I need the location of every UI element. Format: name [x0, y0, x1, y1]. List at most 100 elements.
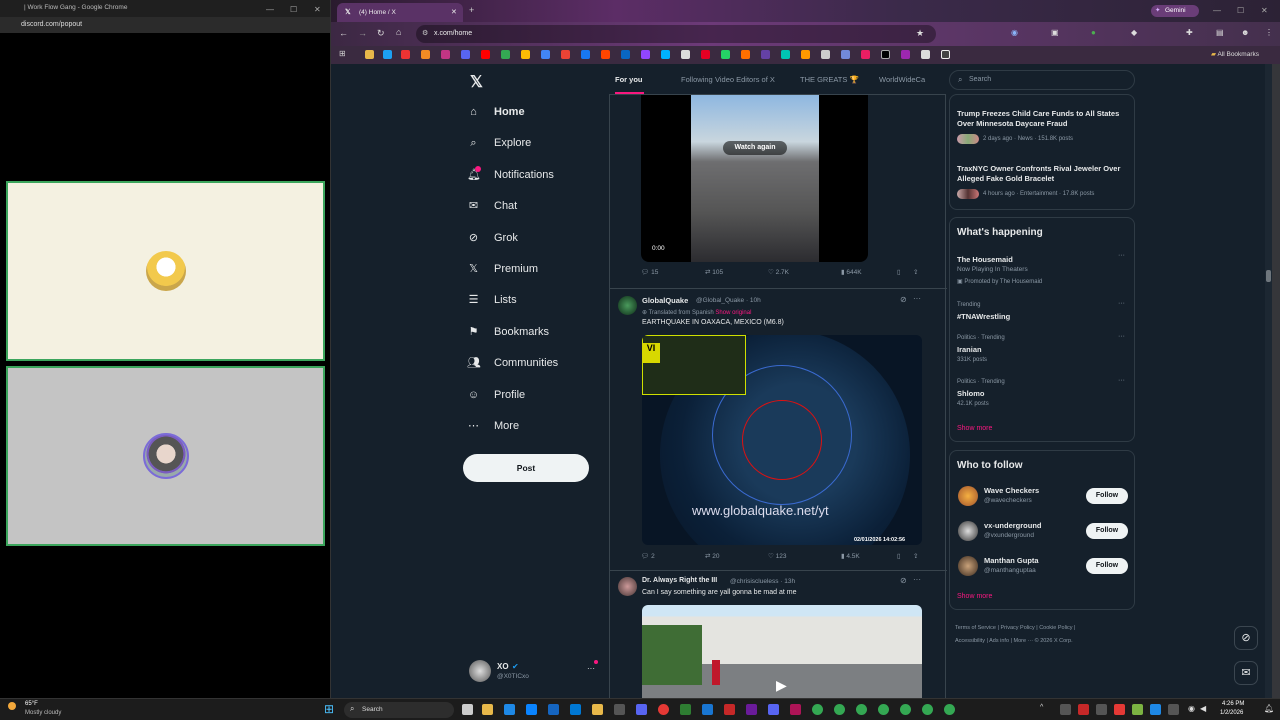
bookmark-icon[interactable]: [701, 50, 710, 59]
watch-again-button[interactable]: Watch again: [723, 141, 787, 155]
folder-icon[interactable]: [592, 704, 603, 715]
share-icon[interactable]: ⇪: [913, 552, 918, 560]
play-icon[interactable]: ▶: [776, 677, 787, 694]
scrollbar-thumb[interactable]: [1266, 270, 1271, 282]
more-dots-icon[interactable]: ···: [913, 575, 921, 584]
trend-name[interactable]: #TNAWrestling: [957, 312, 1010, 321]
bookmark-icon[interactable]: [481, 50, 490, 59]
apps-grid-icon[interactable]: ⊞: [339, 49, 346, 58]
notification-bell-icon[interactable]: 🔔︎: [1264, 704, 1274, 713]
bookmark-icon[interactable]: [901, 50, 910, 59]
minimize-icon[interactable]: —: [1213, 6, 1221, 15]
windows-start-icon[interactable]: ⊞: [324, 702, 334, 716]
clock-time[interactable]: 4:26 PM: [1222, 701, 1244, 707]
bookmark-icon[interactable]: [841, 50, 850, 59]
discord-icon[interactable]: [768, 704, 779, 715]
follow-suggestion[interactable]: Manthan Gupta @manthanguptaa Follow: [950, 553, 1136, 583]
tab-video-editors[interactable]: Video Editors of X: [715, 75, 775, 84]
like-button[interactable]: ♡ 123: [768, 552, 787, 560]
like-button[interactable]: ♡ 2.7K: [768, 268, 789, 276]
new-tab-icon[interactable]: +: [469, 5, 474, 15]
tab-for-you[interactable]: For you: [615, 75, 643, 84]
bookmark-icon[interactable]: [821, 50, 830, 59]
avatar[interactable]: [618, 577, 637, 596]
app-icon[interactable]: [702, 704, 713, 715]
bookmark-icon[interactable]: [521, 50, 530, 59]
bookmark-folder-icon[interactable]: [365, 50, 374, 59]
system-tray-chevron-icon[interactable]: ^: [1040, 704, 1043, 711]
edge-icon[interactable]: [526, 704, 537, 715]
bookmark-icon[interactable]: [941, 50, 950, 59]
grok-icon[interactable]: ⊘: [900, 295, 907, 304]
views-button[interactable]: ▮ 4.5K: [841, 552, 860, 560]
follow-button[interactable]: Follow: [1086, 558, 1128, 574]
app-icon[interactable]: [504, 704, 515, 715]
menu-kebab-icon[interactable]: ⋮: [1265, 28, 1273, 37]
trend-name[interactable]: The Housemaid: [957, 255, 1013, 264]
bookmark-icon[interactable]: [881, 50, 890, 59]
bookmark-icon[interactable]: [801, 50, 810, 59]
suggested-name[interactable]: Wave Checkers: [984, 486, 1039, 495]
bookmark-icon[interactable]: ▯: [897, 552, 901, 560]
bookmark-icon[interactable]: [621, 50, 630, 59]
tab-worldwideca[interactable]: WorldWideCa: [879, 75, 925, 84]
views-button[interactable]: ▮ 644K: [841, 268, 862, 276]
footer-link[interactable]: Accessibility: [955, 638, 985, 644]
task-view-icon[interactable]: [462, 704, 473, 715]
tray-icon[interactable]: [1078, 704, 1089, 715]
taskbar-search[interactable]: ⌕ Search: [344, 702, 454, 718]
footer-link[interactable]: More ···: [1014, 638, 1034, 644]
clock-date[interactable]: 1/2/2026: [1220, 710, 1243, 716]
post-video[interactable]: ▶: [642, 605, 922, 698]
bookmark-icon[interactable]: [781, 50, 790, 59]
chrome-icon[interactable]: [944, 704, 955, 715]
bookmark-icon[interactable]: [383, 50, 392, 59]
extension-icon[interactable]: ◆: [1131, 28, 1137, 37]
follow-button[interactable]: Follow: [1086, 488, 1128, 504]
extension-icon[interactable]: ▣: [1051, 28, 1059, 37]
bookmark-icon[interactable]: [921, 50, 930, 59]
browser-tab-active[interactable]: 𝕏 (4) Home / X ✕: [337, 3, 463, 22]
bookmark-icon[interactable]: [581, 50, 590, 59]
post-image[interactable]: VI www.globalquake.net/yt 02/01/2026 14:…: [642, 335, 922, 545]
news-title[interactable]: TraxNYC Owner Confronts Rival Jeweler Ov…: [957, 164, 1129, 184]
reply-button[interactable]: 💬︎ 2: [641, 552, 655, 560]
bookmark-icon[interactable]: [721, 50, 730, 59]
extensions-puzzle-icon[interactable]: ✚: [1186, 28, 1193, 37]
post-author[interactable]: GlobalQuake: [642, 296, 688, 305]
repost-button[interactable]: ⇄ 105: [705, 268, 723, 276]
search-box[interactable]: ⌕ Search: [949, 70, 1135, 90]
trend-name[interactable]: Iranian: [957, 345, 982, 354]
more-dots-icon[interactable]: ···: [1118, 377, 1125, 384]
video-tile-2[interactable]: [6, 366, 325, 546]
minimize-icon[interactable]: —: [266, 5, 274, 14]
tray-icon[interactable]: [1060, 704, 1071, 715]
app-icon[interactable]: [680, 704, 691, 715]
discord-icon[interactable]: [636, 704, 647, 715]
gemini-button[interactable]: ✦ Gemini: [1151, 5, 1199, 17]
more-dots-icon[interactable]: ···: [913, 294, 921, 303]
avatar[interactable]: [618, 296, 637, 315]
bookmark-icon[interactable]: ▯: [897, 268, 901, 276]
bookmark-icon[interactable]: [861, 50, 870, 59]
suggested-name[interactable]: vx-underground: [984, 521, 1042, 530]
all-bookmarks-button[interactable]: ▰ All Bookmarks: [1211, 50, 1259, 58]
bookmark-icon[interactable]: [601, 50, 610, 59]
share-icon[interactable]: ⇪: [913, 268, 918, 276]
maximize-icon[interactable]: ☐: [290, 5, 297, 14]
tab-close-icon[interactable]: ✕: [451, 8, 457, 16]
messages-float-button[interactable]: ✉: [1234, 661, 1258, 685]
record-icon[interactable]: [658, 704, 669, 715]
more-dots-icon[interactable]: ···: [1118, 252, 1125, 259]
app-icon[interactable]: [548, 704, 559, 715]
follow-button[interactable]: Follow: [1086, 523, 1128, 539]
follow-suggestion[interactable]: vx-underground @vxunderground Follow: [950, 518, 1136, 548]
bookmark-icon[interactable]: [501, 50, 510, 59]
footer-link[interactable]: Cookie Policy: [1039, 625, 1072, 631]
tray-icon[interactable]: [1132, 704, 1143, 715]
bookmark-icon[interactable]: [461, 50, 470, 59]
bookmark-icon[interactable]: [641, 50, 650, 59]
video-tile-1[interactable]: [6, 181, 325, 361]
home-icon[interactable]: ⌂: [396, 27, 401, 37]
more-dots-icon[interactable]: ···: [587, 664, 595, 673]
